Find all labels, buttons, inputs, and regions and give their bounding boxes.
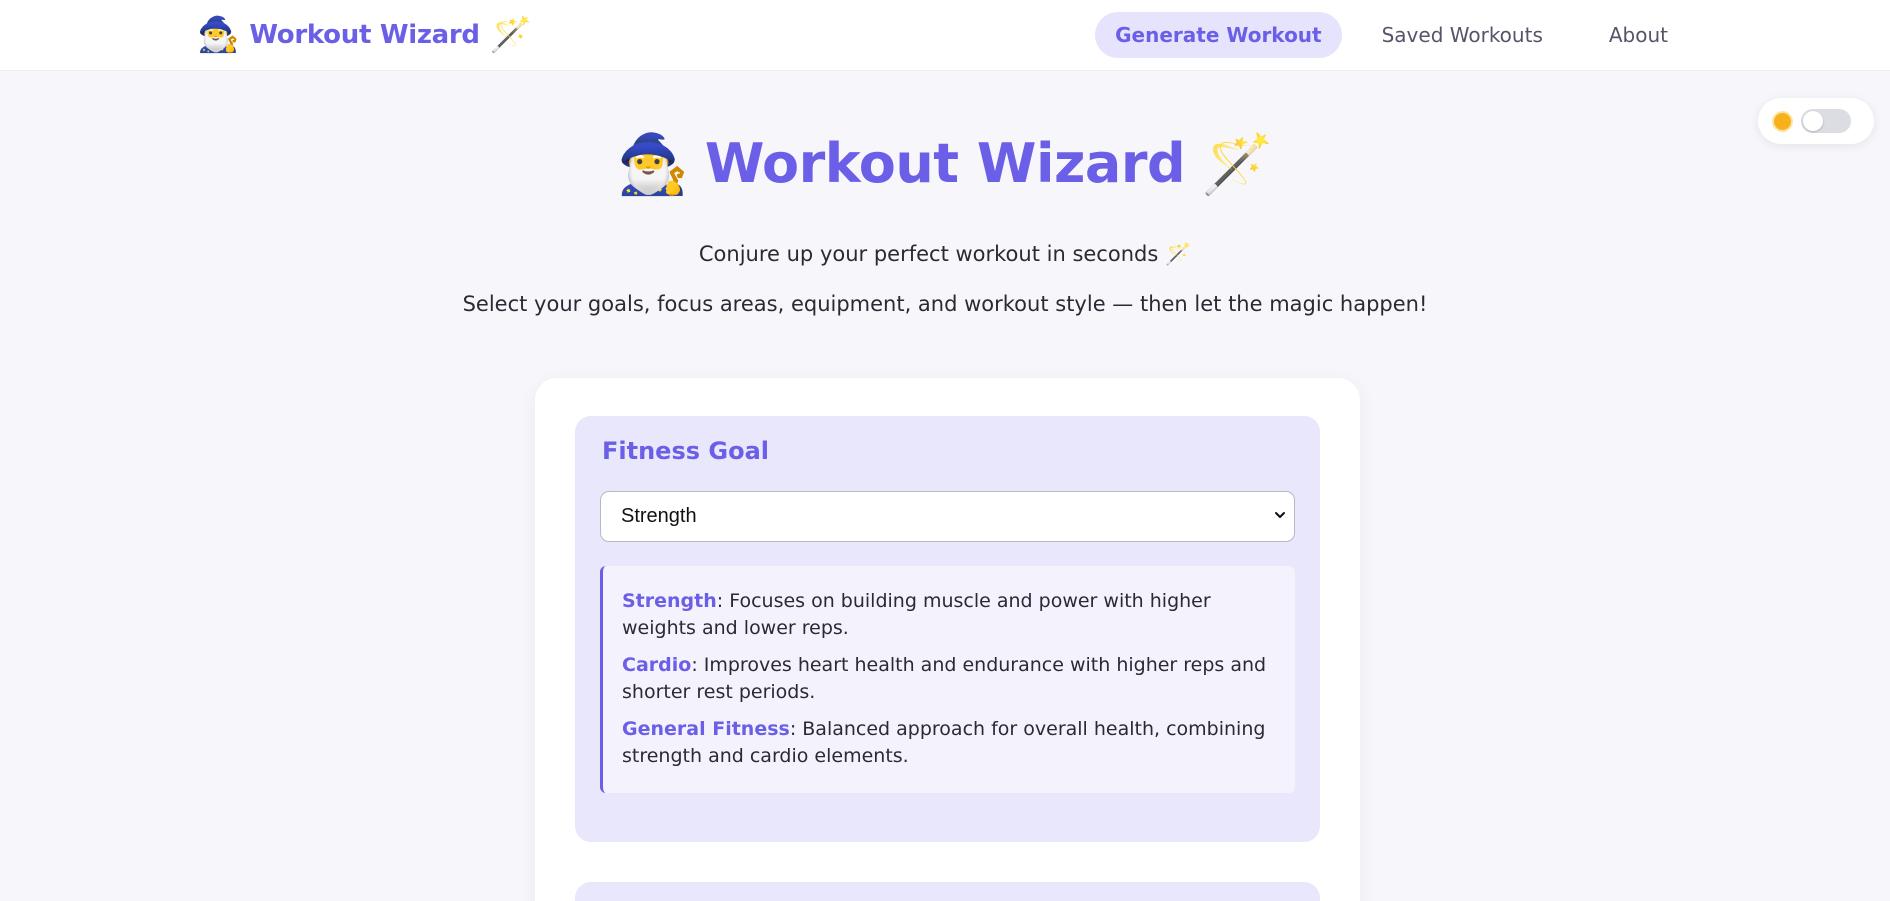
fitness-goal-title: Fitness Goal [602, 437, 769, 465]
magic-wand-icon: 🪄 [1201, 129, 1274, 198]
fitness-goal-selected-value: Strength [621, 505, 697, 527]
goal-term: General Fitness [622, 718, 790, 740]
magic-wand-icon: 🪄 [489, 15, 533, 55]
fitness-goal-select[interactable]: Strength [600, 491, 1295, 542]
subtitle: Select your goals, focus areas, equipmen… [462, 292, 1428, 316]
brand-logo[interactable]: 🧙‍♂️ Workout Wizard 🪄 [197, 12, 532, 58]
sun-icon [1774, 112, 1791, 130]
nav-links: Generate Workout Saved Workouts About [1095, 12, 1694, 58]
goal-term: Strength [622, 590, 717, 612]
goal-description-strength: Strength: Focuses on building muscle and… [622, 588, 1271, 642]
nav-about[interactable]: About [1583, 12, 1694, 58]
wizard-icon: 🧙‍♂️ [616, 129, 689, 198]
next-section [575, 882, 1320, 901]
hero-title-text: Workout Wizard [704, 132, 1186, 195]
fitness-goal-section: Fitness Goal Strength Strength: Focuses … [575, 416, 1320, 842]
dark-mode-switch[interactable] [1801, 109, 1851, 133]
workout-form-card: Fitness Goal Strength Strength: Focuses … [535, 378, 1360, 901]
wizard-icon: 🧙‍♂️ [197, 15, 240, 55]
brand-name: Workout Wizard [249, 20, 480, 50]
goal-descriptions: Strength: Focuses on building muscle and… [600, 566, 1295, 793]
tagline: Conjure up your perfect workout in secon… [698, 242, 1192, 266]
goal-term-text: : Improves heart health and endurance wi… [622, 654, 1267, 703]
goal-description-general-fitness: General Fitness: Balanced approach for o… [622, 716, 1271, 770]
goal-description-cardio: Cardio: Improves heart health and endura… [622, 652, 1271, 706]
chevron-down-icon [1275, 512, 1285, 518]
switch-knob [1803, 111, 1823, 131]
nav-saved-workouts[interactable]: Saved Workouts [1356, 12, 1569, 58]
goal-term: Cardio [622, 654, 692, 676]
navbar: 🧙‍♂️ Workout Wizard 🪄 Generate Workout S… [0, 0, 1890, 71]
nav-generate-workout[interactable]: Generate Workout [1095, 12, 1342, 58]
page-title: 🧙‍♂️ Workout Wizard 🪄 [0, 132, 1890, 195]
